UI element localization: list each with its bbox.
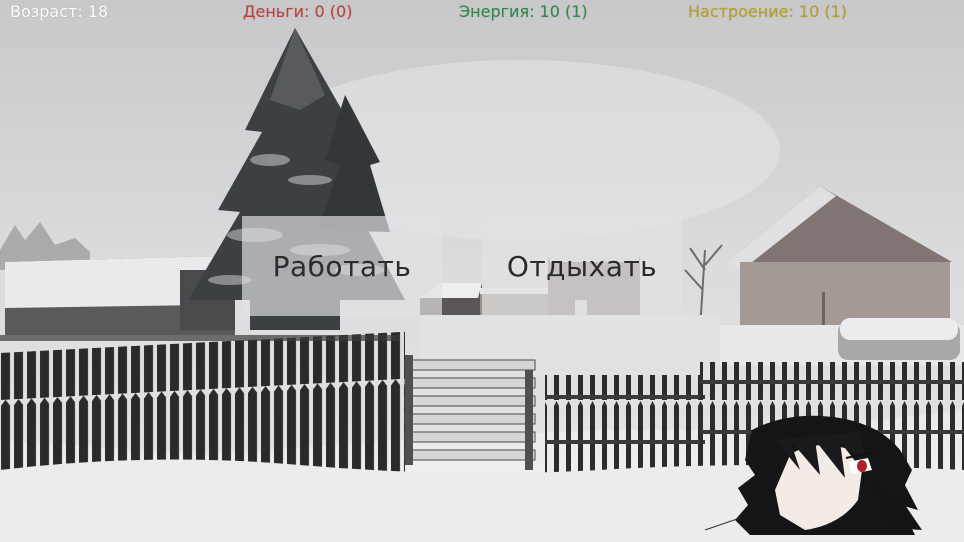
age-label: Возраст: 18 — [10, 2, 109, 21]
work-button-label: Работать — [272, 249, 412, 283]
money-label: Деньги: 0 (0) — [243, 2, 353, 21]
rest-button[interactable]: Отдыхать — [482, 216, 682, 316]
mood-stat: Настроение: 10 (1) — [688, 2, 847, 22]
age-stat: Возраст: 18 — [10, 2, 108, 22]
work-button[interactable]: Работать — [242, 216, 442, 316]
rest-button-label: Отдыхать — [506, 249, 658, 283]
energy-label: Энергия: 10 (1) — [459, 2, 588, 21]
energy-stat: Энергия: 10 (1) — [459, 2, 588, 22]
money-stat: Деньги: 0 (0) — [243, 2, 352, 22]
mood-label: Настроение: 10 (1) — [688, 2, 848, 21]
